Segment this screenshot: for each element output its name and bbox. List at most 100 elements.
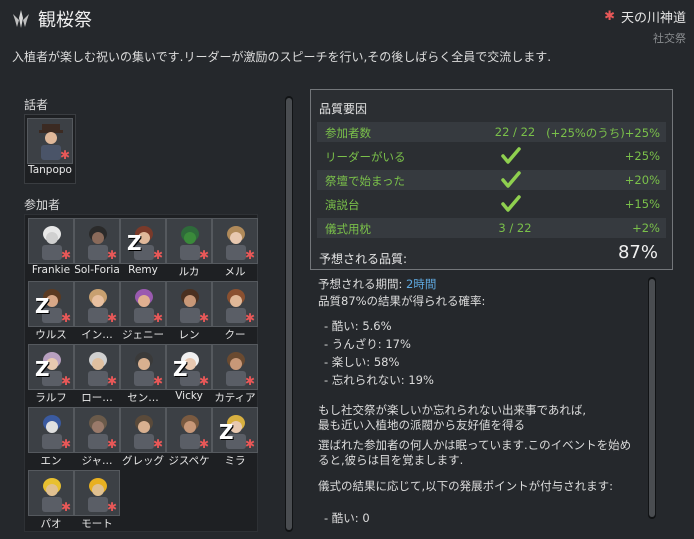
sleeping-note: 選ばれた参加者の何人かは眠っています.このイベントを始め — [318, 438, 632, 452]
participant-pawn[interactable]: ✱ ジャ… — [74, 407, 120, 467]
pawn-name: ミラ — [224, 455, 246, 467]
participant-pawn[interactable]: ✱ Frankie — [28, 218, 74, 278]
pawn-portrait: ✱ — [28, 470, 74, 516]
pawn-portrait: ✱ — [166, 218, 212, 264]
participants-grid[interactable]: ✱ Frankie ✱ Sol-Foria Z ✱ Remy ✱ ルカ ✱ メル Z ✱ ウルス ✱ イン… ✱… — [24, 214, 258, 532]
outcome-note: もし社交祭が楽しいか忘れられない出来事であれば, — [318, 403, 587, 417]
ideology-mark-icon: ✱ — [198, 311, 209, 325]
participant-pawn[interactable]: ✱ セン… — [120, 344, 166, 404]
duration-label: 予想される期間: — [318, 277, 403, 291]
ritual-title: 観桜祭 — [38, 10, 92, 31]
quality-title: 品質要因 — [319, 102, 368, 116]
speaker-label: 話者 — [24, 98, 49, 112]
scroll-thumb[interactable] — [286, 98, 292, 530]
participant-pawn[interactable]: ✱ イン… — [74, 281, 120, 341]
outcome-item: - 忘れられない: 19% — [324, 373, 434, 387]
expected-quality-value: 87% — [617, 242, 658, 263]
sleeping-icon: Z — [219, 420, 234, 444]
participant-pawn[interactable]: ✱ カティア — [212, 344, 258, 404]
factor-label: 参加者数 — [325, 126, 371, 140]
participant-pawn[interactable]: ✱ クー — [212, 281, 258, 341]
speaker-slot[interactable]: ✱ Tanpopo — [24, 114, 76, 184]
participant-pawn[interactable]: Z ✱ Remy — [120, 218, 166, 278]
factor-value: (+25%のうち)+25% — [546, 126, 660, 140]
ritual-type: 社交祭 — [653, 32, 686, 45]
pawn-portrait: ✱ — [166, 407, 212, 453]
speaker-pawn[interactable]: ✱ Tanpopo — [27, 118, 73, 178]
info-scrollbar[interactable] — [648, 277, 656, 519]
pawn-name: メル — [224, 266, 246, 278]
participant-pawn[interactable]: ✱ ジェニー — [120, 281, 166, 341]
ideology-label[interactable]: ✱ 天の川神道 — [604, 7, 686, 26]
expected-quality-label: 予想される品質: — [319, 252, 408, 266]
participant-pawn[interactable]: Z ✱ ラルフ — [28, 344, 74, 404]
pawn-portrait: ✱ — [212, 344, 258, 390]
ideology-mark-icon: ✱ — [152, 248, 163, 262]
outcome-item: - うんざり: 17% — [324, 337, 411, 351]
scroll-thumb[interactable] — [649, 279, 655, 517]
participant-pawn[interactable]: ✱ ルカ — [166, 218, 212, 278]
participant-pawn[interactable]: ✱ モート — [74, 470, 120, 530]
sleeping-icon: Z — [35, 294, 50, 318]
ideology-mark-icon: ✱ — [106, 248, 117, 262]
pawn-portrait: ✱ — [28, 407, 74, 453]
participant-pawn[interactable]: ✱ エン — [28, 407, 74, 467]
ideology-mark-icon: ✱ — [244, 248, 255, 262]
factor-count: 3 / 22 — [498, 221, 532, 235]
factor-label: リーダーがいる — [325, 150, 406, 164]
pawn-portrait: ✱ — [28, 218, 74, 264]
quality-panel: 品質要因 参加者数 22 / 22 (+25%のうち)+25% リーダーがいる +25%… — [310, 89, 673, 270]
pawn-portrait: Z ✱ — [28, 344, 74, 390]
ideology-mark-icon: ✱ — [244, 374, 255, 388]
ideology-mark-icon: ✱ — [60, 311, 71, 325]
participants-label: 参加者 — [24, 198, 61, 212]
ideology-mark-icon: ✱ — [244, 311, 255, 325]
pawn-portrait: ✱ — [74, 407, 120, 453]
pawn-portrait: ✱ — [27, 118, 73, 164]
participant-pawn[interactable]: ✱ ロー… — [74, 344, 120, 404]
participant-pawn[interactable]: ✱ レン — [166, 281, 212, 341]
pawn-name: Tanpopo — [28, 164, 72, 176]
ideology-icon: ✱ — [604, 9, 615, 24]
outcome-item: - 楽しい: 58% — [324, 355, 400, 369]
ideology-mark-icon: ✱ — [59, 148, 70, 162]
pawn-name: カティア — [214, 392, 256, 404]
pawn-name: クー — [224, 329, 246, 341]
participant-pawn[interactable]: Z ✱ ミラ — [212, 407, 258, 467]
duration-line: 予想される期間: 2時間 — [318, 276, 436, 292]
checkmark-icon — [501, 171, 521, 188]
quality-factor-row: 演説台 +15% — [317, 194, 666, 214]
chance-header: 品質87%の結果が得られる確率: — [318, 294, 486, 308]
pawn-portrait: Z ✱ — [28, 281, 74, 327]
participant-pawn[interactable]: ✱ パオ — [28, 470, 74, 530]
factor-value: +25% — [624, 149, 660, 163]
ideology-mark-icon: ✱ — [60, 374, 71, 388]
ideology-mark-icon: ✱ — [198, 248, 209, 262]
factor-value: +20% — [624, 173, 660, 187]
pawn-portrait: Z ✱ — [212, 407, 258, 453]
participant-pawn[interactable]: ✱ ジスペケ — [166, 407, 212, 467]
pawn-portrait: ✱ — [74, 218, 120, 264]
sleeping-icon: Z — [127, 231, 142, 255]
outcome-note: 最も近い入植地の派閥から友好値を得る — [318, 418, 525, 432]
ideology-mark-icon: ✱ — [244, 437, 255, 451]
pawn-portrait: ✱ — [74, 344, 120, 390]
pawn-portrait: ✱ — [120, 281, 166, 327]
sleeping-note: ると,彼らは目を覚まします. — [318, 453, 464, 467]
factor-value: +2% — [632, 221, 660, 235]
ideology-mark-icon: ✱ — [198, 374, 209, 388]
participants-scrollbar[interactable] — [285, 96, 293, 532]
ritual-icon — [13, 10, 29, 28]
participant-pawn[interactable]: ✱ メル — [212, 218, 258, 278]
participant-pawn[interactable]: Z ✱ ウルス — [28, 281, 74, 341]
participant-pawn[interactable]: ✱ グレッグ — [120, 407, 166, 467]
ideology-mark-icon: ✱ — [106, 500, 117, 514]
development-note: 儀式の結果に応じて,以下の発展ポイントが付与されます: — [318, 479, 614, 493]
pawn-portrait: ✱ — [166, 281, 212, 327]
factor-label: 演説台 — [325, 198, 360, 212]
pawn-name: モート — [81, 518, 113, 530]
development-item: - 酷い: 0 — [324, 511, 370, 525]
participant-pawn[interactable]: ✱ Sol-Foria — [74, 218, 120, 278]
participant-pawn[interactable]: Z ✱ Vicky — [166, 344, 212, 404]
ritual-description: 入植者が楽しむ祝いの集いです.リーダーが激励のスピーチを行い,その後しばらく全員… — [12, 50, 552, 64]
